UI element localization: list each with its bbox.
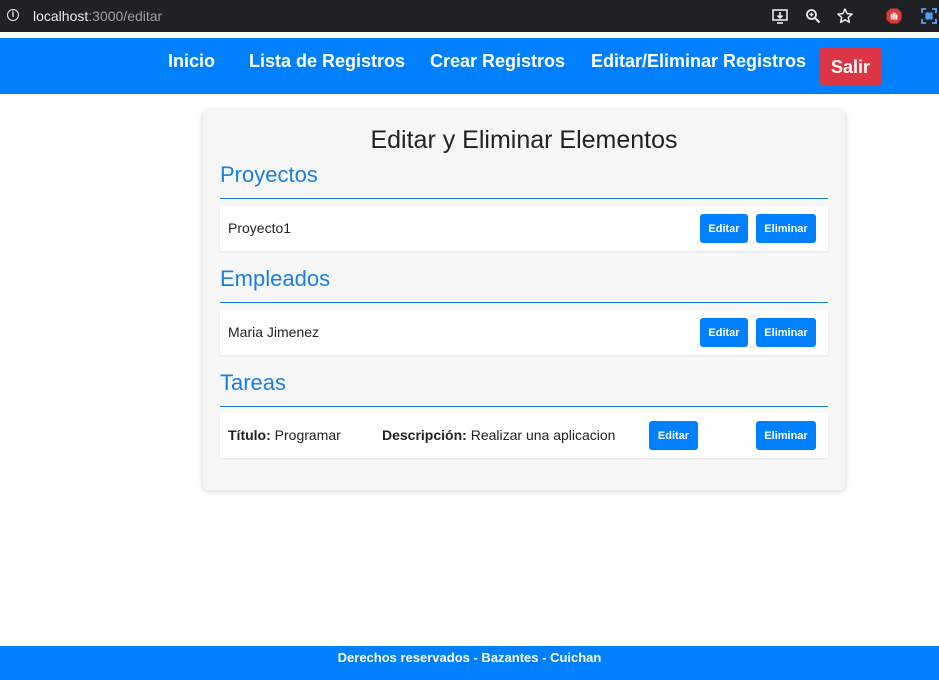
nav-link-lista-registros[interactable]: Lista de Registros (249, 51, 405, 72)
nav-link-inicio[interactable]: Inicio (168, 51, 215, 72)
footer-text: Derechos reservados - Bazantes - Cuichan (337, 650, 602, 665)
list-item: Título: Programar Descripción: Realizar … (220, 413, 828, 458)
page-title: Editar y Eliminar Elementos (370, 126, 678, 154)
section-divider (220, 406, 828, 407)
task-description-label: Descripción: (382, 427, 467, 443)
section-heading-empleados: Empleados (220, 266, 331, 291)
edit-button[interactable]: Editar (700, 214, 748, 243)
delete-button[interactable]: Eliminar (756, 318, 816, 347)
section-divider (220, 198, 828, 199)
zoom-icon[interactable] (803, 6, 823, 26)
site-info-icon[interactable]: i (7, 9, 19, 21)
nav-link-editar-eliminar[interactable]: Editar/Eliminar Registros (591, 51, 806, 72)
url-path: :3000/editar (88, 8, 163, 24)
edit-button[interactable]: Editar (700, 318, 748, 347)
list-item: Maria Jimenez Editar Eliminar (220, 310, 828, 355)
delete-button[interactable]: Eliminar (756, 214, 816, 243)
nav-link-crear-registros[interactable]: Crear Registros (430, 51, 565, 72)
list-item: Proyecto1 Editar Eliminar (220, 206, 828, 251)
employee-name: Maria Jimenez (228, 324, 320, 340)
edit-button[interactable]: Editar (649, 421, 698, 450)
task-description: Descripción: Realizar una aplicacion (382, 427, 615, 443)
url-host: localhost (33, 8, 89, 24)
task-title-value: Programar (274, 427, 341, 443)
section-heading-tareas: Tareas (220, 370, 287, 395)
section-divider (220, 302, 828, 303)
project-name: Proyecto1 (228, 220, 292, 236)
task-description-value: Realizar una aplicacion (470, 427, 616, 443)
install-app-icon[interactable] (770, 6, 790, 26)
extension-stop-icon[interactable] (884, 6, 904, 26)
task-title-label: Título: (228, 427, 271, 443)
bookmark-star-icon[interactable] (835, 6, 855, 26)
address-bar[interactable]: localhost:3000/editar (33, 8, 162, 24)
task-title: Título: Programar (228, 427, 341, 443)
extension-screenshot-icon[interactable] (919, 6, 939, 26)
section-heading-proyectos: Proyectos (220, 162, 318, 187)
delete-button[interactable]: Eliminar (756, 421, 816, 450)
logout-button[interactable]: Salir (820, 47, 881, 86)
